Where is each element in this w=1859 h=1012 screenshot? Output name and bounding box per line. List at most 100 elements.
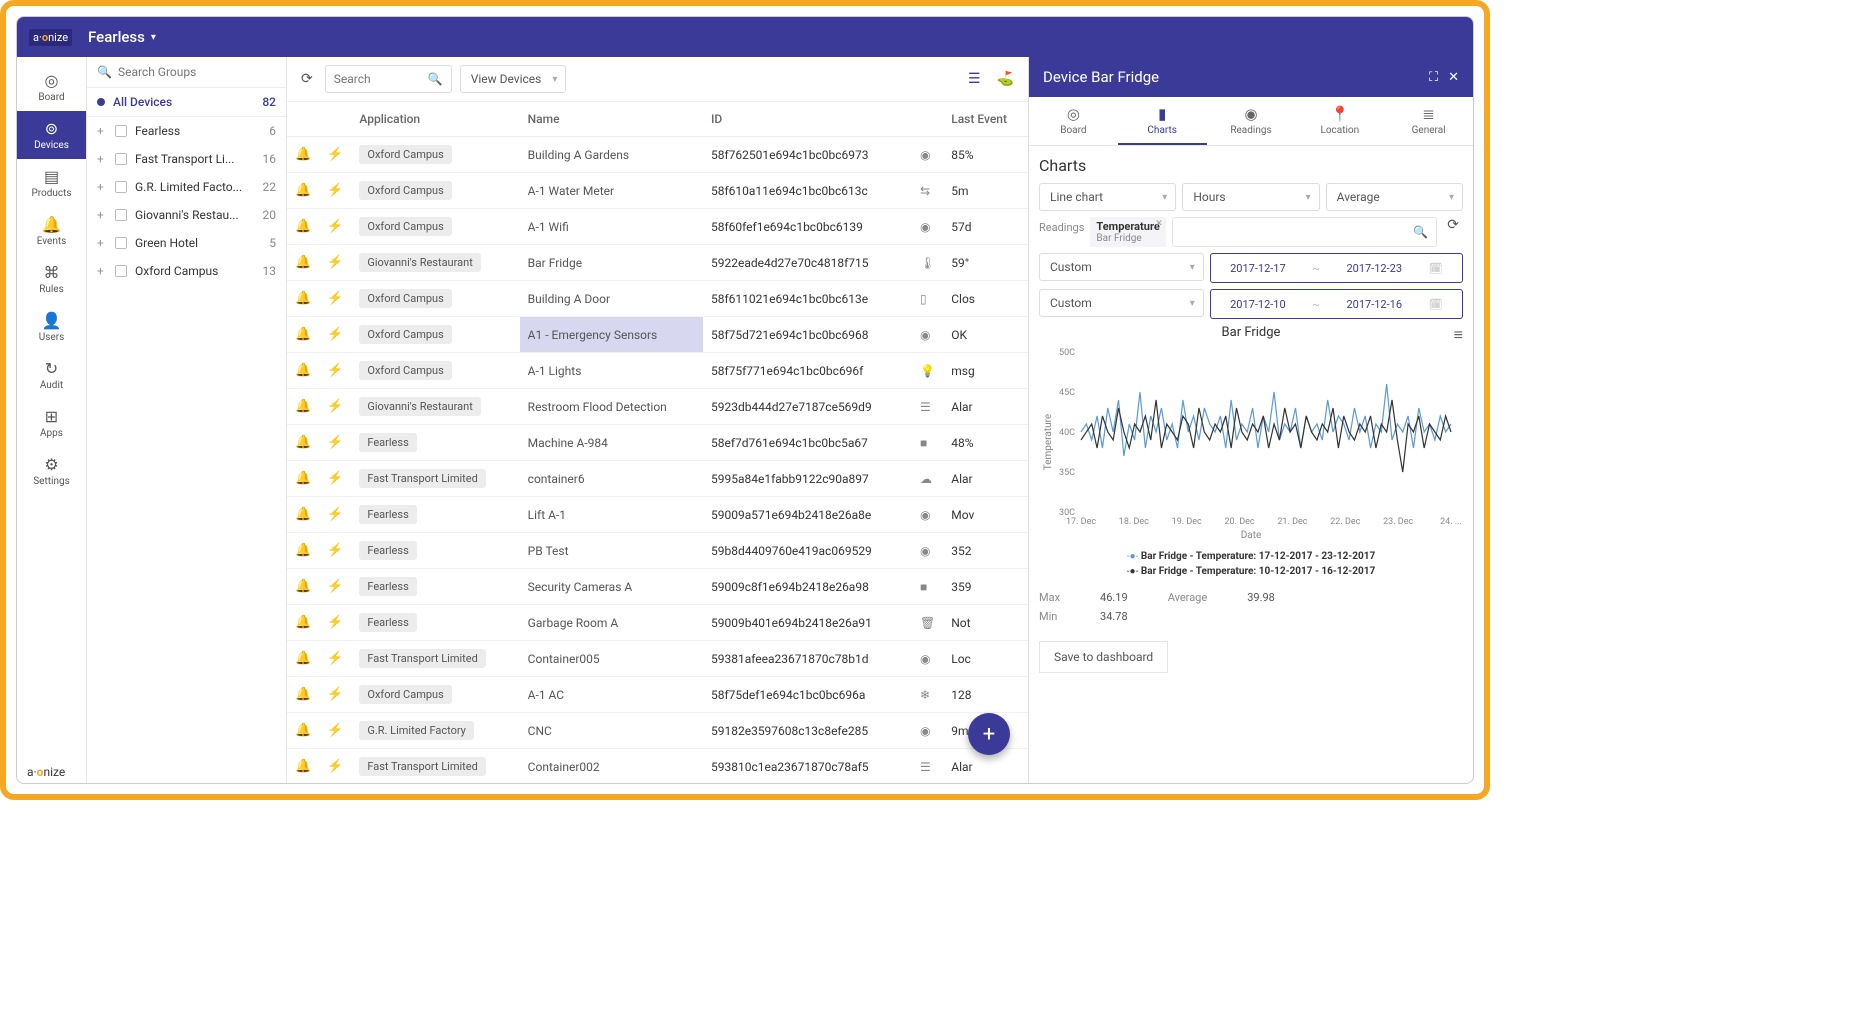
- chart-stats: Max Min 46.19 34.78 Average 39.98: [1039, 591, 1463, 623]
- sidenav-item-users[interactable]: 👤Users: [17, 303, 86, 351]
- table-row[interactable]: 🔔⚡Oxford CampusA-1 Lights58f75f771e694c1…: [287, 353, 1028, 389]
- sidenav-item-audit[interactable]: ↻Audit: [17, 351, 86, 399]
- table-row[interactable]: 🔔⚡FearlessMachine A-98458ef7d761e694c1bc…: [287, 425, 1028, 461]
- table-row[interactable]: 🔔⚡FearlessLift A-159009a571e694b2418e26a…: [287, 497, 1028, 533]
- checkbox-icon[interactable]: [115, 181, 127, 193]
- expand-plus-icon[interactable]: +: [97, 180, 107, 194]
- table-row[interactable]: 🔔⚡Oxford CampusA-1 Water Meter58f610a11e…: [287, 173, 1028, 209]
- group-search[interactable]: 🔍: [87, 57, 286, 88]
- range2-mode[interactable]: Custom: [1039, 289, 1204, 317]
- checkbox-icon[interactable]: [115, 265, 127, 277]
- group-item[interactable]: +Fast Transport Li...16: [87, 145, 286, 173]
- device-id: 59381afeea23671870c78b1d: [703, 641, 912, 677]
- radio-selected-icon: [97, 98, 105, 106]
- table-row[interactable]: 🔔⚡FearlessGarbage Room A59009b401e694b24…: [287, 605, 1028, 641]
- chart-type-dropdown[interactable]: Line chart: [1039, 183, 1176, 211]
- sidenav-item-settings[interactable]: ⚙Settings: [17, 447, 86, 495]
- expand-plus-icon[interactable]: +: [97, 208, 107, 222]
- table-row[interactable]: 🔔⚡Giovanni's RestaurantBar Fridge5922ead…: [287, 245, 1028, 281]
- readings-search[interactable]: 🔍: [1172, 217, 1437, 247]
- expand-plus-icon[interactable]: +: [97, 152, 107, 166]
- chart-agg-dropdown[interactable]: Average: [1326, 183, 1463, 211]
- device-search[interactable]: 🔍: [325, 65, 452, 93]
- checkbox-icon[interactable]: [115, 237, 127, 249]
- col-application[interactable]: Application: [351, 102, 519, 137]
- table-row[interactable]: 🔔⚡Fast Transport Limitedcontainer65995a8…: [287, 461, 1028, 497]
- chart-bucket-dropdown[interactable]: Hours: [1182, 183, 1319, 211]
- readings-icon: ◉: [1244, 105, 1257, 123]
- device-name: A-1 Water Meter: [520, 173, 703, 209]
- view-dropdown-label: View Devices: [471, 72, 542, 86]
- chart-menu-icon[interactable]: ≡: [1454, 325, 1463, 345]
- chart-refresh-icon[interactable]: ⟳: [1443, 217, 1463, 233]
- device-name: Container005: [520, 641, 703, 677]
- list-view-icon[interactable]: ☰: [964, 67, 985, 91]
- panel-tab-general[interactable]: ≣General: [1384, 97, 1473, 145]
- save-to-dashboard-button[interactable]: Save to dashboard: [1039, 641, 1168, 673]
- panel-tab-location[interactable]: 📍Location: [1295, 97, 1384, 145]
- device-name: CNC: [520, 713, 703, 749]
- device-name: Lift A-1: [520, 497, 703, 533]
- device-name: A-1 Lights: [520, 353, 703, 389]
- panel-tab-readings[interactable]: ◉Readings: [1207, 97, 1296, 145]
- tenant-selector[interactable]: Fearless ▾: [88, 28, 156, 46]
- table-row[interactable]: 🔔⚡G.R. Limited FactoryCNC59182e3597608c1…: [287, 713, 1028, 749]
- panel-tab-charts[interactable]: ▮Charts: [1118, 97, 1207, 145]
- table-row[interactable]: 🔔⚡Giovanni's RestaurantRestroom Flood De…: [287, 389, 1028, 425]
- panel-tab-board[interactable]: ◎Board: [1029, 97, 1118, 145]
- range2-picker[interactable]: 2017-12-10~ 2017-12-16 🗓: [1210, 289, 1463, 319]
- expand-plus-icon[interactable]: +: [97, 124, 107, 138]
- sidenav-item-events[interactable]: 🔔Events: [17, 207, 86, 255]
- sidenav-item-devices[interactable]: ⊚Devices: [17, 111, 86, 159]
- reading-chip[interactable]: Temperature Bar Fridge ✕: [1090, 217, 1165, 247]
- table-row[interactable]: 🔔⚡FearlessSecurity Cameras A59009c8f1e69…: [287, 569, 1028, 605]
- event-type-icon: 💡: [912, 353, 943, 389]
- table-row[interactable]: 🔔⚡FearlessPB Test59b8d4409760e419ac06952…: [287, 533, 1028, 569]
- chip-remove-icon[interactable]: ✕: [1155, 219, 1163, 229]
- checkbox-icon[interactable]: [115, 125, 127, 137]
- bolt-icon: ⚡: [327, 435, 343, 450]
- table-row[interactable]: 🔔⚡Oxford CampusA-1 AC58f75def1e694c1bc0b…: [287, 677, 1028, 713]
- map-view-icon[interactable]: ⛳: [993, 67, 1018, 91]
- device-name: Building A Gardens: [520, 137, 703, 173]
- app-badge: Fast Transport Limited: [359, 649, 485, 668]
- bolt-icon: ⚡: [327, 183, 343, 198]
- expand-plus-icon[interactable]: +: [97, 236, 107, 250]
- col-last-event[interactable]: Last Event: [943, 102, 1028, 137]
- sidenav-item-rules[interactable]: ⌘Rules: [17, 255, 86, 303]
- expand-icon[interactable]: ⛶: [1429, 70, 1438, 85]
- add-device-fab[interactable]: +: [968, 713, 1010, 755]
- group-item[interactable]: +Oxford Campus13: [87, 257, 286, 285]
- refresh-icon[interactable]: ⟳: [297, 67, 317, 91]
- sidenav-item-board[interactable]: ◎Board: [17, 63, 86, 111]
- group-all-devices[interactable]: All Devices82: [87, 88, 286, 117]
- app-badge: Giovanni's Restaurant: [359, 397, 480, 416]
- group-item[interactable]: +Giovanni's Restau...20: [87, 201, 286, 229]
- bell-icon: 🔔: [295, 723, 311, 738]
- table-row[interactable]: 🔔⚡Fast Transport LimitedContainer0055938…: [287, 641, 1028, 677]
- close-icon[interactable]: ✕: [1448, 70, 1459, 85]
- group-search-input[interactable]: [118, 65, 276, 79]
- sidenav-item-products[interactable]: ▤Products: [17, 159, 86, 207]
- checkbox-icon[interactable]: [115, 153, 127, 165]
- view-dropdown[interactable]: View Devices: [460, 65, 567, 93]
- expand-plus-icon[interactable]: +: [97, 264, 107, 278]
- device-search-input[interactable]: [334, 72, 424, 86]
- group-item[interactable]: +Green Hotel5: [87, 229, 286, 257]
- checkbox-icon[interactable]: [115, 209, 127, 221]
- table-row[interactable]: 🔔⚡Oxford CampusA1 - Emergency Sensors58f…: [287, 317, 1028, 353]
- device-id: 59182e3597608c13c8efe285: [703, 713, 912, 749]
- range1-mode[interactable]: Custom: [1039, 253, 1204, 281]
- table-row[interactable]: 🔔⚡Oxford CampusA-1 Wifi58f60fef1e694c1bc…: [287, 209, 1028, 245]
- col-name[interactable]: Name: [520, 102, 703, 137]
- table-row[interactable]: 🔔⚡Fast Transport LimitedContainer0025938…: [287, 749, 1028, 784]
- range1-picker[interactable]: 2017-12-17~ 2017-12-23 🗓: [1210, 253, 1463, 283]
- bell-icon: 🔔: [295, 507, 311, 522]
- group-item[interactable]: +Fearless6: [87, 117, 286, 145]
- table-row[interactable]: 🔔⚡Oxford CampusBuilding A Door58f611021e…: [287, 281, 1028, 317]
- svg-text:40C: 40C: [1059, 428, 1075, 438]
- col-id[interactable]: ID: [703, 102, 912, 137]
- table-row[interactable]: 🔔⚡Oxford CampusBuilding A Gardens58f7625…: [287, 137, 1028, 173]
- sidenav-item-apps[interactable]: ⊞Apps: [17, 399, 86, 447]
- group-item[interactable]: +G.R. Limited Facto...22: [87, 173, 286, 201]
